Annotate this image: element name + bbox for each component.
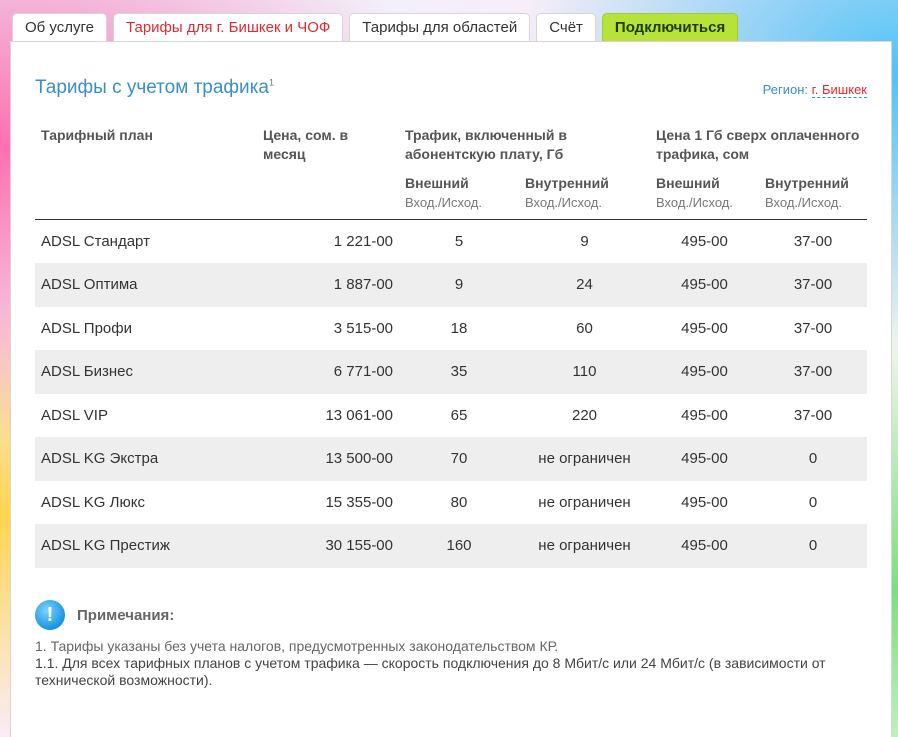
section-title: Тарифы с учетом трафика1 <box>35 77 274 99</box>
tab-connect-button[interactable]: Подключиться <box>601 13 739 41</box>
header-internal-label: Внутренний <box>525 175 609 191</box>
header-empty-1 <box>35 168 257 220</box>
table-row: ADSL VIP 13 061-00 65 220 495-00 37-00 <box>35 394 867 438</box>
cell-price: 3 515-00 <box>333 319 393 337</box>
header-direction: Вход./Исход. <box>405 195 482 210</box>
cell-price: 1 887-00 <box>257 263 399 307</box>
cell-extra-internal: 37-00 <box>759 350 867 394</box>
cell-traffic-external: 18 <box>450 319 468 337</box>
region-link[interactable]: г. Бишкек <box>811 82 867 98</box>
cell-extra-external: 495-00 <box>650 437 759 481</box>
cell-traffic-external: 9 <box>399 263 519 307</box>
tab-bar: Об услуге Тарифы для г. Бишкек и ЧОФ Тар… <box>12 13 739 43</box>
header-plan: Тарифный план <box>41 127 153 143</box>
cell-plan-name: ADSL KG Престиж <box>35 524 257 568</box>
cell-extra-external: 495-00 <box>681 493 728 511</box>
table-row: ADSL Профи 3 515-00 18 60 495-00 37-00 <box>35 307 867 351</box>
cell-extra-internal: 37-00 <box>759 263 867 307</box>
cell-extra-internal: 37-00 <box>793 319 833 337</box>
note-item: 1. Тарифы указаны без учета налогов, пре… <box>35 638 559 654</box>
cell-price: 13 500-00 <box>257 437 399 481</box>
table-row: ADSL KG Люкс 15 355-00 80 не ограничен 495-0… <box>35 481 867 525</box>
table-row: ADSL Стандарт 1 221-00 5 9 495-00 37-00 <box>35 220 867 264</box>
cell-traffic-external: 160 <box>399 524 519 568</box>
table-row: ADSL KG Престиж 30 155-00 160 не ограничен 4… <box>35 524 867 568</box>
cell-extra-internal: 0 <box>759 437 867 481</box>
tab-tariffs-regions[interactable]: Тарифы для областей <box>349 13 531 41</box>
cell-extra-external: 495-00 <box>650 263 759 307</box>
cell-traffic-internal: не ограничен <box>519 524 650 568</box>
cell-plan-name: ADSL KG Люкс <box>41 493 145 511</box>
tariffs-table-body: ADSL Стандарт 1 221-00 5 9 495-00 37-00 ADSL О… <box>35 220 867 568</box>
cell-plan-name: ADSL VIP <box>41 406 108 424</box>
cell-extra-external: 495-00 <box>650 524 759 568</box>
cell-plan-name: ADSL Профи <box>41 319 132 337</box>
table-subheader-row: Внешний Вход./Исход. Внутренний Вход./Исхо… <box>35 168 867 220</box>
cell-traffic-internal: 60 <box>576 319 593 337</box>
cell-extra-external: 495-00 <box>650 350 759 394</box>
header-empty-2 <box>257 168 399 220</box>
table-header-row: Тарифный план Цена, сом. в месяц Трафик,… <box>35 120 867 168</box>
cell-plan-name: ADSL Оптима <box>35 263 257 307</box>
header-price: Цена, сом. в месяц <box>263 127 349 162</box>
cell-traffic-external: 65 <box>450 406 468 424</box>
cell-traffic-external: 70 <box>399 437 519 481</box>
note-item: 1.1. Для всех тарифных планов с учетом т… <box>35 655 826 688</box>
table-row: ADSL Оптима 1 887-00 9 24 495-00 37-00 <box>35 263 867 307</box>
cell-extra-internal: 37-00 <box>793 406 833 424</box>
header-extra-internal: Внутренний Вход./Исход. <box>759 168 867 220</box>
header-extra: Цена 1 Гб сверх оплаченного трафика, сом <box>656 127 860 162</box>
tab-account[interactable]: Счёт <box>536 13 596 41</box>
tariffs-table: Тарифный план Цена, сом. в месяц Трафик,… <box>35 120 867 568</box>
cell-plan-name: ADSL Бизнес <box>35 350 257 394</box>
cell-traffic-internal: 9 <box>580 233 589 250</box>
cell-extra-external: 495-00 <box>681 233 728 250</box>
cell-traffic-external: 80 <box>450 493 468 511</box>
cell-price: 13 061-00 <box>325 406 393 424</box>
cell-price: 6 771-00 <box>257 350 399 394</box>
cell-extra-internal: 37-00 <box>793 233 833 250</box>
cell-traffic-internal: 110 <box>519 350 650 394</box>
header-internal-label: Внутренний <box>765 175 849 191</box>
cell-extra-external: 495-00 <box>681 406 728 424</box>
cell-traffic-external: 35 <box>399 350 519 394</box>
header-direction: Вход./Исход. <box>656 195 733 210</box>
cell-plan-name: ADSL Стандарт <box>41 233 150 250</box>
cell-traffic-internal: не ограничен <box>519 437 650 481</box>
cell-extra-external: 495-00 <box>681 319 728 337</box>
header-external-label: Внешний <box>656 175 720 191</box>
cell-traffic-external: 5 <box>454 233 464 250</box>
content-panel: Тарифы с учетом трафика1 Регион: г. Бишк… <box>10 41 892 737</box>
info-icon: ! <box>35 600 65 630</box>
cell-plan-name: ADSL KG Экстра <box>35 437 257 481</box>
cell-extra-internal: 0 <box>808 493 818 511</box>
cell-traffic-internal: не ограничен <box>538 493 631 511</box>
header-extra-external: Внешний Вход./Исход. <box>650 168 759 220</box>
tab-about[interactable]: Об услуге <box>12 13 107 41</box>
region-label: Регион: <box>762 82 809 97</box>
notes-title: Примечания: <box>77 606 175 624</box>
header-traffic-external: Внешний Вход./Исход. <box>399 168 519 220</box>
header-direction: Вход./Исход. <box>525 195 602 210</box>
section-title-text: Тарифы с учетом трафика <box>35 77 269 98</box>
region-selector: Регион: г. Бишкек <box>762 82 867 98</box>
cell-traffic-internal: 220 <box>571 406 598 424</box>
notes-header: ! Примечания: <box>35 600 174 630</box>
header-external-label: Внешний <box>405 175 469 191</box>
header-direction: Вход./Исход. <box>765 195 842 210</box>
cell-price: 1 221-00 <box>333 233 393 250</box>
tab-tariffs-bishkek[interactable]: Тарифы для г. Бишкек и ЧОФ <box>113 13 344 43</box>
table-row: ADSL KG Экстра 13 500-00 70 не ограничен 495… <box>35 437 867 481</box>
cell-traffic-internal: 24 <box>519 263 650 307</box>
cell-price: 15 355-00 <box>325 493 393 511</box>
header-traffic: Трафик, включенный в абонентскую плату, … <box>405 127 567 162</box>
header-traffic-internal: Внутренний Вход./Исход. <box>519 168 650 220</box>
notes-list: 1. Тарифы указаны без учета налогов, пре… <box>35 638 835 689</box>
table-row: ADSL Бизнес 6 771-00 35 110 495-00 37-00 <box>35 350 867 394</box>
cell-extra-internal: 0 <box>759 524 867 568</box>
cell-price: 30 155-00 <box>257 524 399 568</box>
footnote-marker: 1 <box>268 77 274 88</box>
